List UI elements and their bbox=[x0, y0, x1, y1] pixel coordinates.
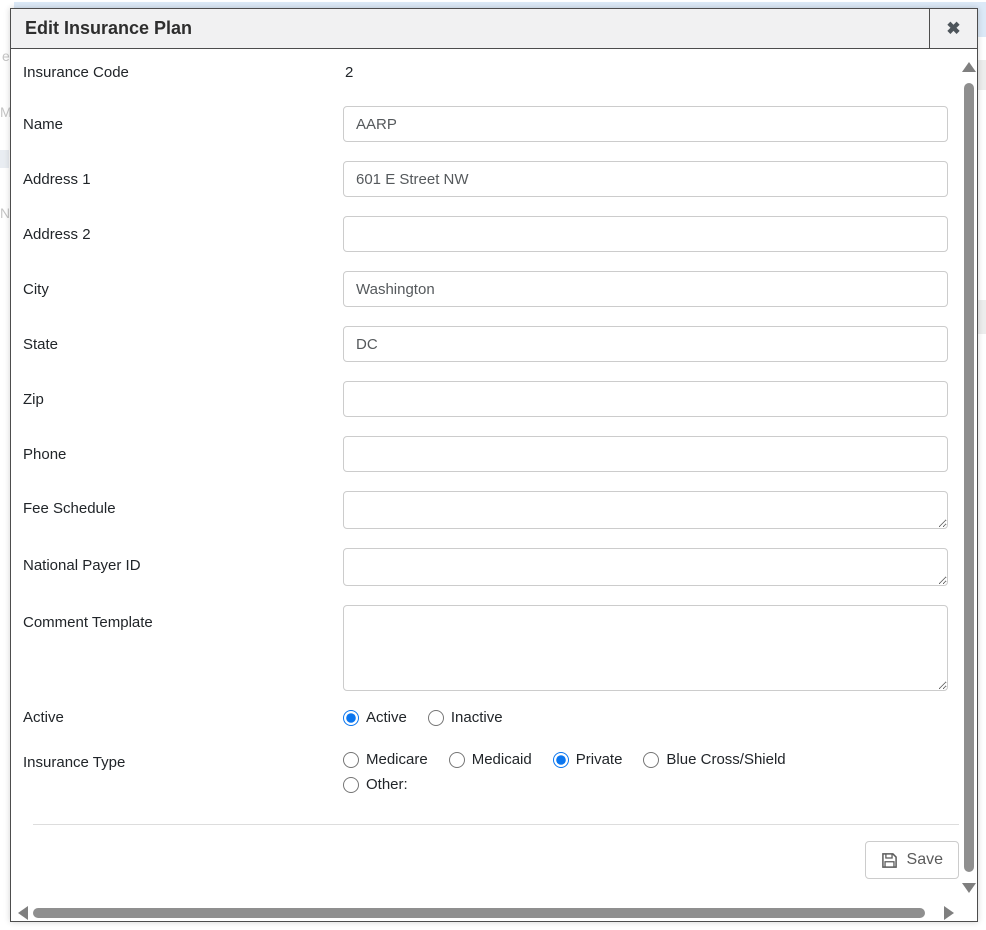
address2-label: Address 2 bbox=[23, 226, 343, 243]
insurance-type-radio-line-1: Medicare Medicaid Private Blue Cross/Shi… bbox=[343, 751, 786, 768]
save-button-label: Save bbox=[907, 851, 943, 869]
zip-label: Zip bbox=[23, 391, 343, 408]
backdrop-row-fragment bbox=[0, 150, 9, 168]
form-row-address2: Address 2 bbox=[23, 216, 961, 252]
radio-option-inactive[interactable]: Inactive bbox=[428, 709, 503, 726]
insurance-code-label: Insurance Code bbox=[23, 64, 343, 81]
radio-label: Inactive bbox=[451, 709, 503, 726]
active-radio-group: Active Inactive bbox=[343, 709, 948, 726]
form-row-state: State bbox=[23, 326, 961, 362]
inactive-radio[interactable] bbox=[428, 710, 444, 726]
scroll-left-arrow-icon[interactable] bbox=[18, 906, 28, 920]
state-label: State bbox=[23, 336, 343, 353]
medicaid-radio[interactable] bbox=[449, 752, 465, 768]
radio-label: Medicare bbox=[366, 751, 428, 768]
form-row-fee-schedule: Fee Schedule bbox=[23, 491, 961, 529]
name-label: Name bbox=[23, 116, 343, 133]
phone-label: Phone bbox=[23, 446, 343, 463]
radio-label: Private bbox=[576, 751, 623, 768]
fee-schedule-field[interactable] bbox=[343, 491, 948, 529]
backdrop-row-fragment bbox=[978, 60, 986, 90]
horizontal-scrollbar[interactable] bbox=[11, 905, 961, 921]
form-row-address1: Address 1 bbox=[23, 161, 961, 197]
backdrop-text-fragment: N bbox=[0, 205, 10, 221]
name-field[interactable] bbox=[343, 106, 948, 142]
form-row-insurance-type: Insurance Type Medicare Medicaid Private bbox=[23, 751, 961, 793]
dialog-title: Edit Insurance Plan bbox=[11, 9, 929, 48]
backdrop-row-fragment bbox=[978, 300, 986, 334]
backdrop-text-fragment: e bbox=[2, 48, 10, 64]
state-field[interactable] bbox=[343, 326, 948, 362]
radio-option-medicaid[interactable]: Medicaid bbox=[449, 751, 532, 768]
radio-label: Other: bbox=[366, 776, 408, 793]
horizontal-scrollbar-thumb[interactable] bbox=[33, 908, 925, 918]
form-row-city: City bbox=[23, 271, 961, 307]
radio-option-other[interactable]: Other: bbox=[343, 776, 408, 793]
medicare-radio[interactable] bbox=[343, 752, 359, 768]
edit-insurance-plan-dialog: Edit Insurance Plan ✖ Insurance Code 2 N… bbox=[10, 8, 978, 922]
insurance-type-label: Insurance Type bbox=[23, 751, 343, 771]
city-label: City bbox=[23, 281, 343, 298]
blue-cross-shield-radio[interactable] bbox=[643, 752, 659, 768]
scroll-down-arrow-icon[interactable] bbox=[962, 883, 976, 893]
address1-label: Address 1 bbox=[23, 171, 343, 188]
comment-template-label: Comment Template bbox=[23, 605, 343, 631]
form-row-zip: Zip bbox=[23, 381, 961, 417]
insurance-code-value: 2 bbox=[343, 64, 353, 81]
radio-label: Medicaid bbox=[472, 751, 532, 768]
fee-schedule-label: Fee Schedule bbox=[23, 491, 343, 517]
vertical-scrollbar[interactable] bbox=[961, 50, 977, 905]
active-label: Active bbox=[23, 709, 343, 726]
scroll-up-arrow-icon[interactable] bbox=[962, 62, 976, 72]
vertical-scrollbar-thumb[interactable] bbox=[964, 83, 974, 872]
insurance-type-radio-group: Medicare Medicaid Private Blue Cross/Shi… bbox=[343, 751, 948, 793]
radio-option-blue-cross-shield[interactable]: Blue Cross/Shield bbox=[643, 751, 785, 768]
save-button[interactable]: Save bbox=[865, 841, 959, 879]
close-button[interactable]: ✖ bbox=[929, 9, 977, 48]
radio-label: Blue Cross/Shield bbox=[666, 751, 785, 768]
comment-template-field[interactable] bbox=[343, 605, 948, 691]
form-row-comment-template: Comment Template bbox=[23, 605, 961, 691]
radio-option-private[interactable]: Private bbox=[553, 751, 623, 768]
close-icon: ✖ bbox=[946, 19, 960, 39]
address1-field[interactable] bbox=[343, 161, 948, 197]
radio-option-medicare[interactable]: Medicare bbox=[343, 751, 428, 768]
dialog-body: Insurance Code 2 Name Address 1 Address … bbox=[11, 50, 961, 905]
active-radio[interactable] bbox=[343, 710, 359, 726]
save-icon bbox=[881, 852, 898, 869]
form-row-active: Active Active Inactive bbox=[23, 709, 961, 726]
dialog-header: Edit Insurance Plan ✖ bbox=[11, 9, 977, 49]
city-field[interactable] bbox=[343, 271, 948, 307]
radio-option-active[interactable]: Active bbox=[343, 709, 407, 726]
other-radio[interactable] bbox=[343, 777, 359, 793]
form-row-insurance-code: Insurance Code 2 bbox=[23, 64, 961, 81]
national-payer-id-field[interactable] bbox=[343, 548, 948, 586]
private-radio[interactable] bbox=[553, 752, 569, 768]
form-row-national-payer-id: National Payer ID bbox=[23, 548, 961, 586]
dialog-footer: Save bbox=[33, 825, 959, 879]
backdrop-header-bar-right bbox=[977, 11, 986, 37]
address2-field[interactable] bbox=[343, 216, 948, 252]
national-payer-id-label: National Payer ID bbox=[23, 548, 343, 574]
insurance-type-radio-line-2: Other: bbox=[343, 776, 948, 793]
form-row-phone: Phone bbox=[23, 436, 961, 472]
form-row-name: Name bbox=[23, 106, 961, 142]
phone-field[interactable] bbox=[343, 436, 948, 472]
active-radio-line: Active Inactive bbox=[343, 709, 503, 726]
zip-field[interactable] bbox=[343, 381, 948, 417]
scroll-right-arrow-icon[interactable] bbox=[944, 906, 954, 920]
radio-label: Active bbox=[366, 709, 407, 726]
